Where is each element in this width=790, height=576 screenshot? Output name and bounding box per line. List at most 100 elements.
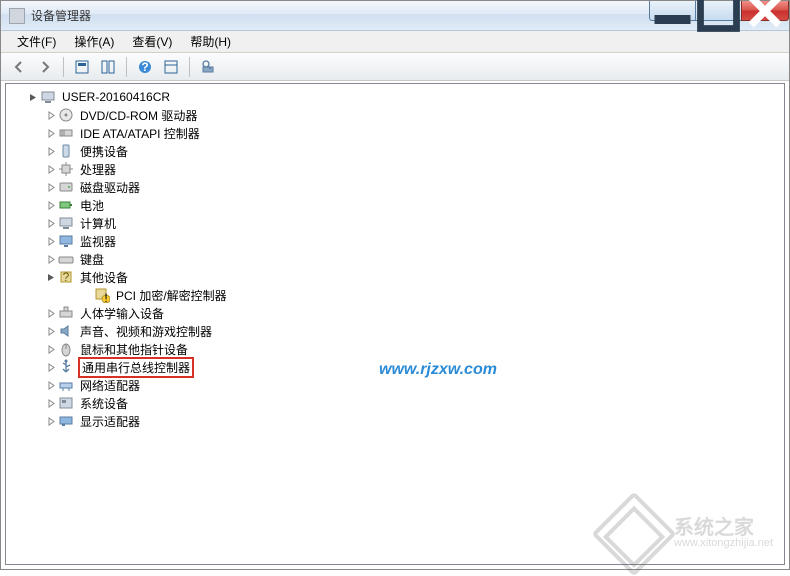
- expand-icon[interactable]: [44, 108, 58, 122]
- expand-icon[interactable]: [44, 324, 58, 338]
- tree-item-label: 声音、视频和游戏控制器: [78, 322, 214, 341]
- scan-hardware-button[interactable]: [196, 56, 220, 78]
- svg-text:!: !: [104, 291, 107, 303]
- computer-small-icon: [58, 215, 74, 231]
- tree-item-label: 计算机: [78, 214, 118, 233]
- system-icon: [58, 395, 74, 411]
- help-button[interactable]: ?: [133, 56, 157, 78]
- tree-item-label: 电池: [78, 196, 106, 215]
- tree-item-label: 便携设备: [78, 142, 130, 161]
- tree-root[interactable]: USER-20160416CR: [8, 88, 784, 106]
- tree-item[interactable]: 电池: [8, 196, 784, 214]
- tb-btn-3[interactable]: [159, 56, 183, 78]
- tree-item-label: 处理器: [78, 160, 118, 179]
- tree-item[interactable]: 网络适配器: [8, 376, 784, 394]
- tree-item-label: 键盘: [78, 250, 106, 269]
- tree-item-label: 磁盘驱动器: [78, 178, 142, 197]
- collapse-icon[interactable]: [26, 90, 40, 104]
- tree-item[interactable]: IDE ATA/ATAPI 控制器: [8, 124, 784, 142]
- tree-item[interactable]: DVD/CD-ROM 驱动器: [8, 106, 784, 124]
- menu-help[interactable]: 帮助(H): [182, 31, 239, 52]
- other-icon: ?: [58, 269, 74, 285]
- menubar: 文件(F) 操作(A) 查看(V) 帮助(H): [1, 31, 789, 53]
- tree-item[interactable]: 鼠标和其他指针设备: [8, 340, 784, 358]
- tree-item-label: 显示适配器: [78, 412, 142, 431]
- titlebar: 设备管理器: [1, 1, 789, 31]
- menu-action[interactable]: 操作(A): [66, 31, 122, 52]
- expand-icon[interactable]: [44, 360, 58, 374]
- tree-item[interactable]: 系统设备: [8, 394, 784, 412]
- expand-icon[interactable]: [44, 414, 58, 428]
- tree-item-label: DVD/CD-ROM 驱动器: [78, 106, 199, 125]
- portable-icon: [58, 143, 74, 159]
- expand-icon[interactable]: [44, 342, 58, 356]
- audio-icon: [58, 323, 74, 339]
- usb-icon: [58, 359, 74, 375]
- disk-icon: [58, 179, 74, 195]
- leaf-spacer: [80, 288, 94, 302]
- tree-item[interactable]: 磁盘驱动器: [8, 178, 784, 196]
- mouse-icon: [58, 341, 74, 357]
- expand-icon[interactable]: [44, 378, 58, 392]
- expand-icon[interactable]: [44, 306, 58, 320]
- expand-icon[interactable]: [44, 252, 58, 266]
- tree-child[interactable]: ! PCI 加密/解密控制器: [8, 286, 784, 304]
- close-button[interactable]: [741, 1, 789, 21]
- expand-icon[interactable]: [44, 144, 58, 158]
- tree-item-label: 人体学输入设备: [78, 304, 166, 323]
- expand-icon[interactable]: [44, 234, 58, 248]
- display-adapter-icon: [58, 413, 74, 429]
- device-tree[interactable]: USER-20160416CR DVD/CD-ROM 驱动器 IDE ATA/A…: [5, 83, 785, 565]
- expand-icon[interactable]: [44, 180, 58, 194]
- tree-item-other[interactable]: ? 其他设备: [8, 268, 784, 286]
- dvd-icon: [58, 107, 74, 123]
- menu-view[interactable]: 查看(V): [124, 31, 180, 52]
- app-icon: [9, 8, 25, 24]
- forward-button[interactable]: [33, 56, 57, 78]
- ide-icon: [58, 125, 74, 141]
- tree-item-label-highlighted: 通用串行总线控制器: [78, 357, 194, 378]
- toolbar-sep: [189, 57, 190, 77]
- minimize-button[interactable]: [649, 1, 695, 21]
- network-icon: [58, 377, 74, 393]
- expand-icon[interactable]: [44, 162, 58, 176]
- warning-device-icon: !: [94, 287, 110, 303]
- maximize-button[interactable]: [695, 1, 741, 21]
- expand-icon[interactable]: [44, 126, 58, 140]
- tree-item-label: 其他设备: [78, 268, 130, 287]
- tree-item-usb[interactable]: 通用串行总线控制器: [8, 358, 784, 376]
- tree-item[interactable]: 声音、视频和游戏控制器: [8, 322, 784, 340]
- expand-icon[interactable]: [44, 198, 58, 212]
- expand-icon[interactable]: [44, 396, 58, 410]
- tree-item[interactable]: 处理器: [8, 160, 784, 178]
- battery-icon: [58, 197, 74, 213]
- tree-item-label: IDE ATA/ATAPI 控制器: [78, 124, 202, 143]
- menu-file[interactable]: 文件(F): [9, 31, 64, 52]
- hid-icon: [58, 305, 74, 321]
- tree-item[interactable]: 键盘: [8, 250, 784, 268]
- keyboard-icon: [58, 251, 74, 267]
- computer-icon: [40, 89, 56, 105]
- tree-item[interactable]: 显示适配器: [8, 412, 784, 430]
- back-button[interactable]: [7, 56, 31, 78]
- tb-btn-2[interactable]: [96, 56, 120, 78]
- tree-item-label: 监视器: [78, 232, 118, 251]
- svg-text:?: ?: [63, 270, 70, 284]
- tree-item[interactable]: 人体学输入设备: [8, 304, 784, 322]
- tree-item[interactable]: 便携设备: [8, 142, 784, 160]
- tree-item[interactable]: 计算机: [8, 214, 784, 232]
- tree-item-label: 系统设备: [78, 394, 130, 413]
- svg-text:?: ?: [141, 60, 148, 74]
- tree-root-label: USER-20160416CR: [60, 89, 172, 105]
- cpu-icon: [58, 161, 74, 177]
- toolbar-sep: [126, 57, 127, 77]
- monitor-icon: [58, 233, 74, 249]
- tree-child-label: PCI 加密/解密控制器: [114, 286, 229, 305]
- window-title: 设备管理器: [31, 7, 91, 24]
- tree-item-label: 网络适配器: [78, 376, 142, 395]
- tb-btn-1[interactable]: [70, 56, 94, 78]
- tree-item[interactable]: 监视器: [8, 232, 784, 250]
- toolbar: ?: [1, 53, 789, 81]
- collapse-icon[interactable]: [44, 270, 58, 284]
- expand-icon[interactable]: [44, 216, 58, 230]
